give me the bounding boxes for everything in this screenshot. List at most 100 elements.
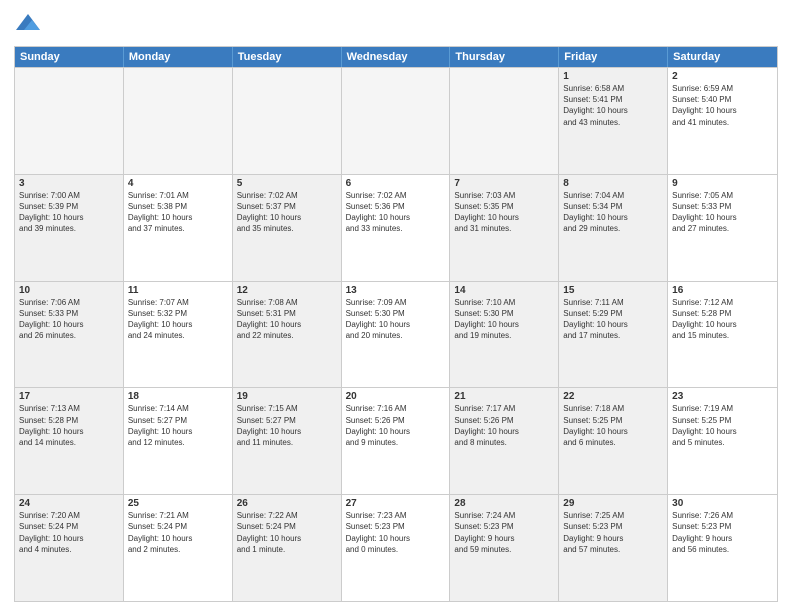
calendar-cell xyxy=(450,68,559,174)
calendar-cell: 4Sunrise: 7:01 AM Sunset: 5:38 PM Daylig… xyxy=(124,175,233,281)
day-number: 28 xyxy=(454,498,554,509)
day-info: Sunrise: 7:03 AM Sunset: 5:35 PM Dayligh… xyxy=(454,190,554,235)
day-number: 30 xyxy=(672,498,773,509)
calendar-cell: 11Sunrise: 7:07 AM Sunset: 5:32 PM Dayli… xyxy=(124,282,233,388)
day-info: Sunrise: 7:01 AM Sunset: 5:38 PM Dayligh… xyxy=(128,190,228,235)
day-number: 27 xyxy=(346,498,446,509)
calendar-cell: 25Sunrise: 7:21 AM Sunset: 5:24 PM Dayli… xyxy=(124,495,233,601)
day-number: 23 xyxy=(672,391,773,402)
day-info: Sunrise: 7:04 AM Sunset: 5:34 PM Dayligh… xyxy=(563,190,663,235)
calendar-cell: 21Sunrise: 7:17 AM Sunset: 5:26 PM Dayli… xyxy=(450,388,559,494)
calendar-cell: 24Sunrise: 7:20 AM Sunset: 5:24 PM Dayli… xyxy=(15,495,124,601)
calendar-cell: 8Sunrise: 7:04 AM Sunset: 5:34 PM Daylig… xyxy=(559,175,668,281)
day-info: Sunrise: 7:23 AM Sunset: 5:23 PM Dayligh… xyxy=(346,510,446,555)
logo xyxy=(14,10,46,38)
day-number: 9 xyxy=(672,178,773,189)
day-number: 18 xyxy=(128,391,228,402)
day-info: Sunrise: 7:17 AM Sunset: 5:26 PM Dayligh… xyxy=(454,403,554,448)
day-number: 26 xyxy=(237,498,337,509)
calendar-cell: 1Sunrise: 6:58 AM Sunset: 5:41 PM Daylig… xyxy=(559,68,668,174)
day-number: 16 xyxy=(672,285,773,296)
day-info: Sunrise: 7:02 AM Sunset: 5:37 PM Dayligh… xyxy=(237,190,337,235)
day-number: 8 xyxy=(563,178,663,189)
calendar-cell xyxy=(124,68,233,174)
day-info: Sunrise: 7:19 AM Sunset: 5:25 PM Dayligh… xyxy=(672,403,773,448)
day-info: Sunrise: 7:14 AM Sunset: 5:27 PM Dayligh… xyxy=(128,403,228,448)
calendar-cell: 7Sunrise: 7:03 AM Sunset: 5:35 PM Daylig… xyxy=(450,175,559,281)
day-number: 3 xyxy=(19,178,119,189)
calendar-row: 24Sunrise: 7:20 AM Sunset: 5:24 PM Dayli… xyxy=(15,494,777,601)
day-number: 15 xyxy=(563,285,663,296)
calendar-cell xyxy=(342,68,451,174)
day-info: Sunrise: 7:08 AM Sunset: 5:31 PM Dayligh… xyxy=(237,297,337,342)
day-number: 13 xyxy=(346,285,446,296)
day-number: 21 xyxy=(454,391,554,402)
calendar-cell: 12Sunrise: 7:08 AM Sunset: 5:31 PM Dayli… xyxy=(233,282,342,388)
day-info: Sunrise: 6:58 AM Sunset: 5:41 PM Dayligh… xyxy=(563,83,663,128)
calendar-cell: 28Sunrise: 7:24 AM Sunset: 5:23 PM Dayli… xyxy=(450,495,559,601)
day-number: 24 xyxy=(19,498,119,509)
calendar-cell: 13Sunrise: 7:09 AM Sunset: 5:30 PM Dayli… xyxy=(342,282,451,388)
day-info: Sunrise: 7:22 AM Sunset: 5:24 PM Dayligh… xyxy=(237,510,337,555)
calendar-cell: 9Sunrise: 7:05 AM Sunset: 5:33 PM Daylig… xyxy=(668,175,777,281)
day-number: 1 xyxy=(563,71,663,82)
calendar-cell: 3Sunrise: 7:00 AM Sunset: 5:39 PM Daylig… xyxy=(15,175,124,281)
calendar-row: 3Sunrise: 7:00 AM Sunset: 5:39 PM Daylig… xyxy=(15,174,777,281)
day-info: Sunrise: 7:10 AM Sunset: 5:30 PM Dayligh… xyxy=(454,297,554,342)
day-info: Sunrise: 7:26 AM Sunset: 5:23 PM Dayligh… xyxy=(672,510,773,555)
day-info: Sunrise: 7:07 AM Sunset: 5:32 PM Dayligh… xyxy=(128,297,228,342)
day-info: Sunrise: 7:24 AM Sunset: 5:23 PM Dayligh… xyxy=(454,510,554,555)
calendar-cell xyxy=(15,68,124,174)
calendar-cell: 2Sunrise: 6:59 AM Sunset: 5:40 PM Daylig… xyxy=(668,68,777,174)
day-number: 7 xyxy=(454,178,554,189)
day-number: 11 xyxy=(128,285,228,296)
calendar-cell: 22Sunrise: 7:18 AM Sunset: 5:25 PM Dayli… xyxy=(559,388,668,494)
day-info: Sunrise: 7:05 AM Sunset: 5:33 PM Dayligh… xyxy=(672,190,773,235)
weekday-header: Friday xyxy=(559,47,668,67)
day-number: 20 xyxy=(346,391,446,402)
calendar-cell: 14Sunrise: 7:10 AM Sunset: 5:30 PM Dayli… xyxy=(450,282,559,388)
day-number: 25 xyxy=(128,498,228,509)
calendar-row: 10Sunrise: 7:06 AM Sunset: 5:33 PM Dayli… xyxy=(15,281,777,388)
weekday-header: Saturday xyxy=(668,47,777,67)
calendar-cell: 18Sunrise: 7:14 AM Sunset: 5:27 PM Dayli… xyxy=(124,388,233,494)
weekday-header: Thursday xyxy=(450,47,559,67)
day-info: Sunrise: 7:15 AM Sunset: 5:27 PM Dayligh… xyxy=(237,403,337,448)
day-info: Sunrise: 7:09 AM Sunset: 5:30 PM Dayligh… xyxy=(346,297,446,342)
weekday-header: Monday xyxy=(124,47,233,67)
calendar-row: 1Sunrise: 6:58 AM Sunset: 5:41 PM Daylig… xyxy=(15,67,777,174)
day-info: Sunrise: 7:18 AM Sunset: 5:25 PM Dayligh… xyxy=(563,403,663,448)
calendar-cell: 17Sunrise: 7:13 AM Sunset: 5:28 PM Dayli… xyxy=(15,388,124,494)
calendar-cell: 19Sunrise: 7:15 AM Sunset: 5:27 PM Dayli… xyxy=(233,388,342,494)
day-info: Sunrise: 7:00 AM Sunset: 5:39 PM Dayligh… xyxy=(19,190,119,235)
calendar-cell: 27Sunrise: 7:23 AM Sunset: 5:23 PM Dayli… xyxy=(342,495,451,601)
day-info: Sunrise: 7:16 AM Sunset: 5:26 PM Dayligh… xyxy=(346,403,446,448)
day-info: Sunrise: 7:02 AM Sunset: 5:36 PM Dayligh… xyxy=(346,190,446,235)
calendar-header: SundayMondayTuesdayWednesdayThursdayFrid… xyxy=(15,47,777,67)
logo-icon xyxy=(14,10,42,38)
day-info: Sunrise: 7:11 AM Sunset: 5:29 PM Dayligh… xyxy=(563,297,663,342)
calendar-cell: 26Sunrise: 7:22 AM Sunset: 5:24 PM Dayli… xyxy=(233,495,342,601)
day-info: Sunrise: 7:20 AM Sunset: 5:24 PM Dayligh… xyxy=(19,510,119,555)
day-number: 10 xyxy=(19,285,119,296)
day-info: Sunrise: 7:21 AM Sunset: 5:24 PM Dayligh… xyxy=(128,510,228,555)
day-number: 5 xyxy=(237,178,337,189)
day-number: 17 xyxy=(19,391,119,402)
calendar-cell: 10Sunrise: 7:06 AM Sunset: 5:33 PM Dayli… xyxy=(15,282,124,388)
day-number: 19 xyxy=(237,391,337,402)
calendar-cell: 6Sunrise: 7:02 AM Sunset: 5:36 PM Daylig… xyxy=(342,175,451,281)
day-number: 2 xyxy=(672,71,773,82)
calendar-cell: 20Sunrise: 7:16 AM Sunset: 5:26 PM Dayli… xyxy=(342,388,451,494)
calendar-cell: 5Sunrise: 7:02 AM Sunset: 5:37 PM Daylig… xyxy=(233,175,342,281)
calendar-cell xyxy=(233,68,342,174)
header xyxy=(14,10,778,38)
day-number: 4 xyxy=(128,178,228,189)
page: SundayMondayTuesdayWednesdayThursdayFrid… xyxy=(0,0,792,612)
calendar-body: 1Sunrise: 6:58 AM Sunset: 5:41 PM Daylig… xyxy=(15,67,777,601)
calendar-cell: 29Sunrise: 7:25 AM Sunset: 5:23 PM Dayli… xyxy=(559,495,668,601)
calendar: SundayMondayTuesdayWednesdayThursdayFrid… xyxy=(14,46,778,602)
calendar-cell: 30Sunrise: 7:26 AM Sunset: 5:23 PM Dayli… xyxy=(668,495,777,601)
day-number: 14 xyxy=(454,285,554,296)
calendar-row: 17Sunrise: 7:13 AM Sunset: 5:28 PM Dayli… xyxy=(15,387,777,494)
weekday-header: Sunday xyxy=(15,47,124,67)
